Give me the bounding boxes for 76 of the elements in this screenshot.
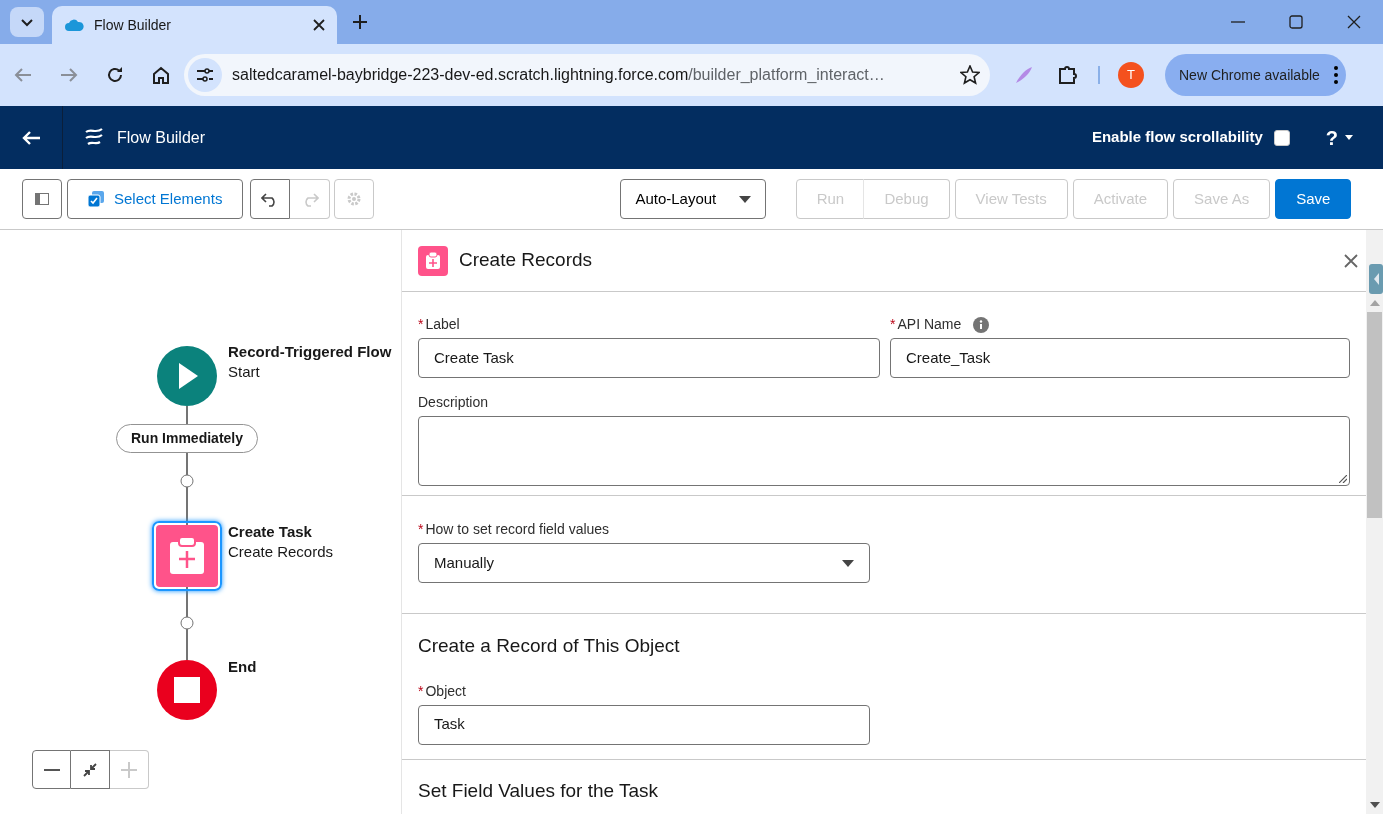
panel-title: Create Records bbox=[459, 248, 593, 273]
field-label: Description bbox=[418, 393, 489, 412]
plus-icon bbox=[121, 761, 137, 778]
home-icon[interactable] bbox=[152, 66, 170, 84]
settings-icon bbox=[346, 191, 363, 207]
field-label: API Name bbox=[897, 315, 962, 334]
create-records-icon bbox=[418, 245, 448, 276]
close-icon[interactable] bbox=[313, 19, 325, 31]
required-asterisk: * bbox=[890, 315, 896, 334]
node-title: End bbox=[228, 657, 257, 677]
info-icon bbox=[973, 316, 990, 333]
record-values-select[interactable]: Manually bbox=[418, 543, 870, 583]
connector-circle[interactable] bbox=[180, 474, 194, 488]
tune-icon[interactable] bbox=[196, 68, 214, 82]
required-asterisk: * bbox=[418, 681, 424, 701]
close-icon[interactable] bbox=[1344, 253, 1358, 268]
panel-tab-icon[interactable] bbox=[1369, 264, 1383, 294]
help-button[interactable]: ? bbox=[1321, 122, 1357, 153]
field-label: How to set record field values bbox=[425, 520, 610, 539]
caret-icon bbox=[739, 195, 752, 203]
new-tab-icon[interactable] bbox=[353, 15, 367, 29]
object-input[interactable]: Task bbox=[418, 704, 870, 745]
back-arrow-icon bbox=[21, 129, 41, 146]
puzzle-icon[interactable] bbox=[1058, 65, 1080, 85]
connector-circle[interactable] bbox=[180, 616, 194, 630]
zoom-out-button[interactable] bbox=[32, 750, 71, 789]
fit-view-button[interactable] bbox=[71, 750, 110, 789]
layout-dropdown[interactable]: Auto-Layout bbox=[620, 179, 767, 219]
checkbox-icon bbox=[88, 191, 104, 207]
minus-icon bbox=[43, 768, 60, 771]
caret-icon bbox=[21, 18, 33, 27]
caret-icon bbox=[842, 559, 854, 567]
scrollbar-thumb[interactable] bbox=[1367, 312, 1382, 518]
forward-arrow-icon[interactable] bbox=[60, 67, 78, 83]
create-records-node[interactable] bbox=[152, 521, 222, 591]
play-node-icon[interactable] bbox=[157, 346, 217, 406]
label-input[interactable]: Create Task bbox=[418, 338, 880, 378]
url-text: saltedcaramel-baybridge-223-dev-ed.scratch.lightning.force.com/builder_platform_interact… bbox=[232, 65, 886, 85]
node-title: Record-Triggered Flow bbox=[228, 342, 392, 362]
more-icon bbox=[1333, 66, 1338, 84]
browser-tab[interactable]: Flow Builder bbox=[52, 6, 337, 44]
scroll-toggle-label: Enable flow scrollability bbox=[1091, 127, 1263, 148]
reload-icon[interactable] bbox=[106, 66, 124, 84]
update-chrome-button[interactable]: New Chrome available bbox=[1165, 54, 1346, 96]
panel-toggle-button[interactable] bbox=[22, 179, 62, 219]
stop-node-icon[interactable] bbox=[157, 660, 217, 720]
app-title: Flow Builder bbox=[117, 127, 206, 148]
field-label: Object bbox=[425, 681, 466, 701]
star-icon[interactable] bbox=[960, 65, 980, 85]
required-asterisk: * bbox=[418, 520, 424, 539]
caret-icon bbox=[1345, 135, 1353, 140]
description-textarea[interactable] bbox=[418, 416, 1350, 486]
section-heading: Create a Record of This Object bbox=[418, 634, 681, 658]
node-title: Create Task bbox=[228, 522, 312, 542]
tab-list-button[interactable] bbox=[10, 7, 44, 37]
scroll-toggle-checkbox[interactable] bbox=[1273, 129, 1290, 146]
save-button[interactable]: Save bbox=[1275, 179, 1352, 219]
shrink-icon bbox=[83, 762, 97, 777]
run-immediately-pill[interactable]: Run Immediately bbox=[116, 424, 258, 453]
resize-grip-icon bbox=[1339, 475, 1347, 483]
node-subtitle: Start bbox=[228, 362, 260, 382]
section-heading: Set Field Values for the Task bbox=[418, 778, 660, 803]
api-name-input[interactable]: Create_Task bbox=[890, 338, 1350, 378]
close-icon[interactable] bbox=[1347, 15, 1361, 29]
select-elements-button[interactable]: Select Elements bbox=[67, 179, 244, 219]
address-bar[interactable]: saltedcaramel-baybridge-223-dev-ed.scratch.lightning.force.com/builder_platform_interact… bbox=[184, 54, 990, 96]
scroll-down-icon[interactable] bbox=[1370, 802, 1380, 808]
back-arrow-icon[interactable] bbox=[14, 67, 32, 83]
required-asterisk: * bbox=[418, 315, 424, 334]
sidebar-icon bbox=[35, 193, 49, 205]
cloud-icon bbox=[64, 18, 84, 32]
field-label: Label bbox=[425, 315, 460, 334]
tab-title: Flow Builder bbox=[94, 15, 173, 35]
maximize-icon[interactable] bbox=[1289, 15, 1303, 29]
undo-button[interactable] bbox=[250, 179, 291, 219]
node-subtitle: Create Records bbox=[228, 542, 334, 562]
